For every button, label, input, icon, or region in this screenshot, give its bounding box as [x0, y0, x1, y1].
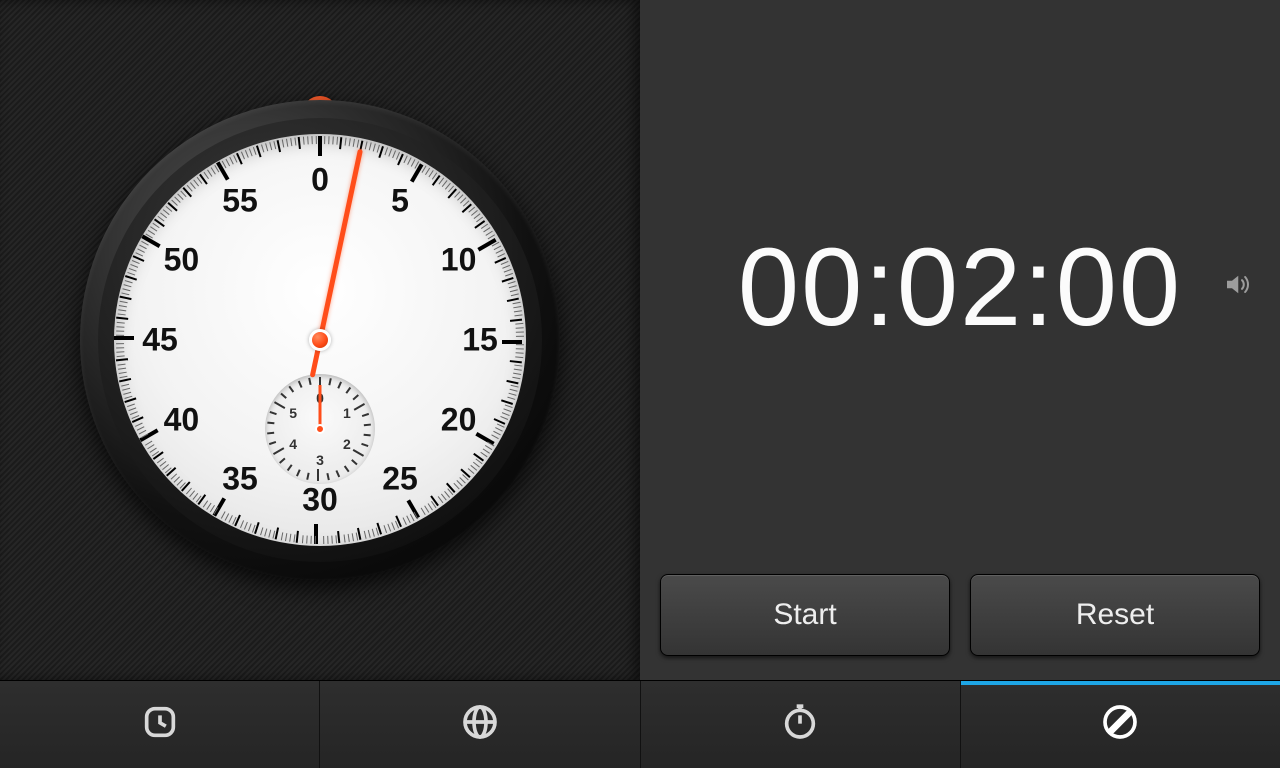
start-button[interactable]: Start [660, 574, 950, 656]
timer-display[interactable]: 00:02:00 [738, 224, 1182, 351]
dial-number: 10 [441, 242, 477, 279]
dial-number: 40 [164, 402, 200, 439]
stopwatch-dial[interactable]: 0510152025303540455055 543210 [80, 100, 560, 580]
subdial-number: 5 [289, 405, 297, 421]
stopwatch-pane: 0510152025303540455055 543210 [0, 0, 640, 680]
subdial-number: 2 [343, 436, 351, 452]
sound-icon[interactable] [1222, 270, 1252, 305]
dial-number: 25 [382, 460, 418, 497]
tab-alarm[interactable] [0, 681, 320, 768]
dial-number: 50 [164, 242, 200, 279]
stopwatch-subdial: 543210 [265, 374, 375, 484]
tab-stopwatch[interactable] [641, 681, 961, 768]
dial-pin [309, 329, 331, 351]
subdial-number: 3 [316, 452, 324, 468]
dial-number: 5 [391, 183, 409, 220]
stopwatch-icon [780, 702, 820, 747]
timer-icon [1100, 702, 1140, 747]
tab-timer[interactable] [961, 681, 1280, 768]
alarm-clock-icon [140, 702, 180, 747]
subdial-number: 1 [343, 405, 351, 421]
dial-number: 0 [311, 162, 329, 199]
tab-world[interactable] [320, 681, 640, 768]
timer-pane: 00:02:00 Start Reset [640, 0, 1280, 680]
dial-number: 55 [222, 183, 258, 220]
globe-icon [460, 702, 500, 747]
subdial-hand [319, 385, 322, 429]
dial-number: 45 [142, 322, 178, 359]
subdial-number: 4 [289, 436, 297, 452]
dial-number: 30 [302, 482, 338, 519]
tab-bar [0, 680, 1280, 768]
dial-number: 20 [441, 402, 477, 439]
dial-number: 15 [462, 322, 498, 359]
dial-number: 35 [222, 460, 258, 497]
reset-button[interactable]: Reset [970, 574, 1260, 656]
